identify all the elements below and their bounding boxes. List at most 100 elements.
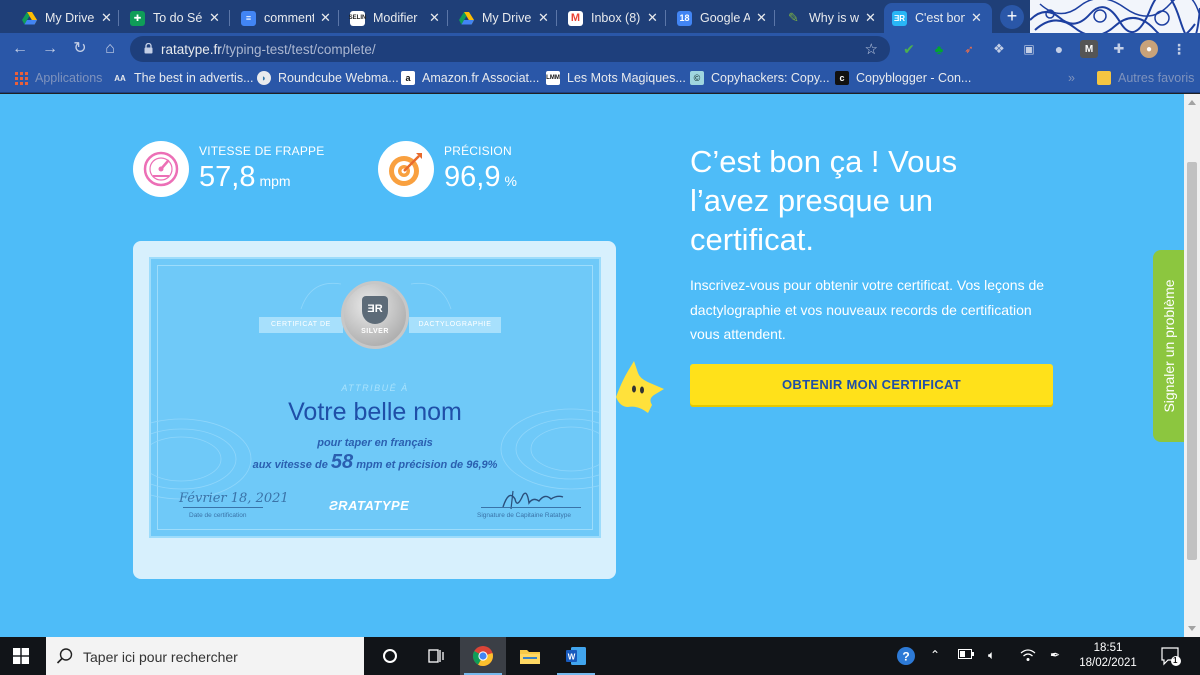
help-tray-icon[interactable]: ?	[896, 646, 916, 669]
circle-extension-icon[interactable]: ●	[1050, 40, 1068, 58]
taskbar-search-box[interactable]: Taper ici pour rechercher	[46, 637, 364, 675]
certificate-date-caption: Date de certification	[189, 512, 247, 519]
ratatype-logo: ƧRATATYPE	[329, 498, 410, 513]
bookmark-roundcube[interactable]: ◗ Roundcube Webma...	[257, 71, 399, 85]
page-description: Inscrivez-vous pour obtenir votre certif…	[690, 277, 1045, 342]
certificate-speed-value: 58	[330, 451, 354, 473]
badge-letter: R	[374, 303, 383, 315]
chrome-taskbar-icon[interactable]	[460, 637, 506, 675]
close-icon[interactable]: ✕	[101, 10, 112, 26]
scrollbar-thumb[interactable]	[1187, 162, 1197, 560]
back-arrow-icon[interactable]: ←	[10, 39, 30, 59]
bookmark-label: Applications	[35, 71, 103, 85]
tab-ratatype[interactable]: ƎR C'est bon ✕	[884, 3, 992, 33]
target-icon	[378, 141, 434, 197]
certificate-ribbon-right: DACTYLOGRAPHIE	[409, 317, 501, 333]
forward-arrow-icon[interactable]: →	[40, 39, 60, 59]
page-headline: C’est bon ça ! Vous l’avez presque un ce…	[690, 144, 958, 257]
close-icon[interactable]: ✕	[971, 10, 982, 26]
windows-start-icon[interactable]	[13, 648, 29, 664]
other-bookmarks[interactable]: Autres favoris	[1097, 71, 1194, 85]
silver-badge: ƎR SILVER	[341, 281, 409, 349]
bookmark-star-icon[interactable]: ☆	[865, 40, 878, 58]
bookmark-label: Copyblogger - Con...	[856, 71, 972, 85]
page-scrollbar[interactable]	[1184, 94, 1200, 637]
accuracy-value: 96,9	[444, 161, 501, 193]
pen-tray-icon[interactable]: ✒︎	[1050, 648, 1060, 662]
file-explorer-icon[interactable]	[507, 637, 553, 675]
bookmark-copyblogger[interactable]: c Copyblogger - Con...	[835, 71, 971, 85]
notification-count: 1	[1173, 656, 1178, 665]
scroll-up-arrow-icon[interactable]	[1188, 100, 1196, 105]
bookmark-amazon[interactable]: a Amazon.fr Associat...	[401, 71, 539, 85]
tab-modifier[interactable]: SELIN Modifier ✕	[342, 3, 448, 33]
tab-separator	[556, 10, 557, 26]
clock-time: 18:51	[1093, 642, 1123, 654]
tab-why-is[interactable]: ✎ Why is w ✕	[778, 3, 884, 33]
certificate-score-line: aux vitesse de 58 mpm et précision de 96…	[151, 451, 599, 474]
tab-separator	[338, 10, 339, 26]
close-icon[interactable]: ✕	[320, 10, 331, 26]
word-icon[interactable]: W	[553, 637, 599, 675]
close-icon[interactable]: ✕	[209, 10, 220, 26]
tab-inbox[interactable]: M Inbox (8) ✕	[560, 3, 666, 33]
cortana-icon[interactable]	[367, 637, 413, 675]
page-content: VITESSE DE FRAPPE 57,8 mpm PRÉCISION 96,9…	[0, 94, 1184, 637]
get-certificate-button[interactable]: OBTENIR MON CERTIFICAT	[690, 364, 1053, 405]
url-host: ratatype.fr	[161, 42, 222, 57]
bookmark-applications[interactable]: Applications	[14, 71, 102, 85]
tab-comment[interactable]: ≡ comment ✕	[233, 3, 339, 33]
tab-separator	[229, 10, 230, 26]
report-problem-button[interactable]: Signaler un problème	[1153, 250, 1184, 442]
chevron-up-icon[interactable]: ⌃	[930, 648, 940, 662]
home-icon[interactable]: ⌂	[100, 39, 120, 59]
tab-strip: My Drive ✕ ✚ To do Séli ✕ ≡ comment ✕ SE…	[0, 0, 1200, 33]
signature-underline	[481, 507, 581, 508]
tab-my-drive-2[interactable]: My Drive ✕	[451, 3, 557, 33]
bookmark-copyhackers[interactable]: © Copyhackers: Copy...	[690, 71, 830, 85]
new-tab-button[interactable]: +	[1000, 5, 1024, 29]
tab-label: My Drive	[45, 11, 95, 25]
quill-icon: ✎	[788, 10, 799, 25]
menu-kebab-icon[interactable]: ⋮	[1170, 40, 1188, 58]
tab-todo[interactable]: ✚ To do Séli ✕	[122, 3, 228, 33]
checkmark-extension-icon[interactable]: ✔	[900, 40, 918, 58]
close-icon[interactable]: ✕	[429, 10, 440, 26]
volume-icon[interactable]: 🔈︎	[988, 648, 995, 663]
close-icon[interactable]: ✕	[865, 10, 876, 26]
google-calendar-icon: 18	[677, 10, 692, 26]
close-icon[interactable]: ✕	[647, 10, 658, 26]
puzzle-extensions-icon[interactable]: ✚	[1110, 40, 1128, 58]
clock-date: 18/02/2021	[1079, 657, 1137, 669]
bird-extension-icon[interactable]: ➶	[960, 40, 978, 58]
tab-label: Modifier	[373, 11, 418, 25]
notification-center-icon[interactable]: 1	[1160, 646, 1182, 669]
evernote-icon[interactable]: ♣	[930, 40, 948, 58]
tab-google-agenda[interactable]: 18 Google A ✕	[669, 3, 775, 33]
reload-icon[interactable]: ↻	[70, 39, 90, 59]
close-icon[interactable]: ✕	[756, 10, 767, 26]
taskbar-clock[interactable]: 18:51 18/02/2021	[1078, 641, 1138, 671]
comment-extension-icon[interactable]: ▣	[1020, 40, 1038, 58]
bookmark-les-mots-magiques[interactable]: LMM Les Mots Magiques...	[546, 71, 686, 85]
bookmark-best-in-advertising[interactable]: AA The best in advertis...	[113, 71, 253, 85]
bookmarks-overflow-button[interactable]: »	[1068, 71, 1075, 85]
certificate-language-line: pour taper en français	[317, 437, 433, 449]
profile-avatar[interactable]: ●	[1140, 40, 1158, 58]
tab-my-drive-1[interactable]: My Drive ✕	[14, 3, 120, 33]
tab-separator	[774, 10, 775, 26]
bookmark-label: Autres favoris	[1118, 71, 1195, 85]
close-icon[interactable]: ✕	[538, 10, 549, 26]
scroll-down-arrow-icon[interactable]	[1188, 626, 1196, 631]
certificate-attributed-label: ATTRIBUÉ À	[341, 383, 409, 393]
bookmark-label: Roundcube Webma...	[278, 71, 399, 85]
address-bar[interactable]: ratatype.fr/typing-test/test/complete/ ☆	[130, 36, 890, 62]
wifi-icon[interactable]	[1020, 648, 1036, 665]
certificate-name: Votre belle nom	[288, 398, 462, 426]
battery-icon[interactable]	[958, 648, 974, 662]
task-view-icon[interactable]	[413, 637, 459, 675]
chat-extension-icon[interactable]: ❖	[990, 40, 1008, 58]
apps-grid-icon	[14, 71, 28, 85]
accuracy-unit: %	[504, 173, 517, 189]
m-extension-icon[interactable]: M	[1080, 40, 1098, 58]
